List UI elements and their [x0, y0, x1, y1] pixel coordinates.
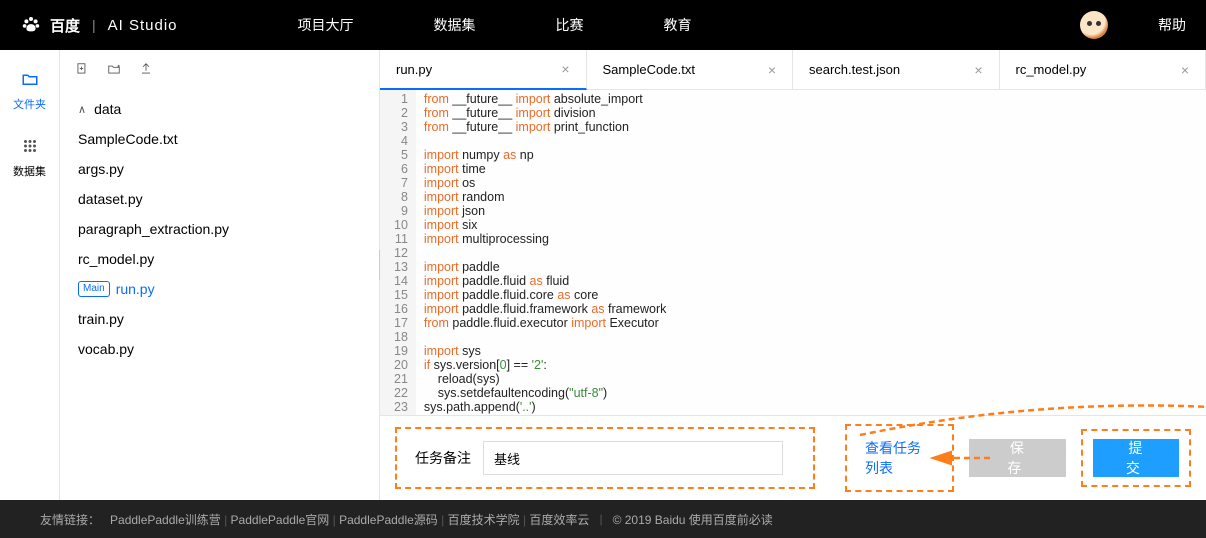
footer-copyright: © 2019 Baidu 使用百度前必读 — [613, 511, 773, 528]
footer-link[interactable]: PaddlePaddle官网 — [231, 513, 330, 527]
rail-dataset-label: 数据集 — [13, 163, 46, 179]
editor-tabs: run.py×SampleCode.txt×search.test.json×r… — [380, 50, 1206, 90]
nav-datasets[interactable]: 数据集 — [434, 15, 476, 35]
tree-item-label: run.py — [116, 281, 155, 297]
submit-box: 提交 — [1081, 429, 1191, 487]
save-button[interactable]: 保存 — [969, 439, 1066, 477]
line-gutter: 123456789101112131415161718192021222324 — [380, 90, 416, 415]
chevron-icon: ∧ — [78, 103, 86, 116]
view-tasks-box: 查看任务列表 — [845, 424, 954, 492]
left-rail: 文件夹 数据集 — [0, 50, 60, 500]
tree-item-label: SampleCode.txt — [78, 131, 178, 147]
tree-item-label: rc_model.py — [78, 251, 154, 267]
tree-item[interactable]: vocab.py — [60, 334, 379, 364]
tree-item[interactable]: paragraph_extraction.py — [60, 214, 379, 244]
code-area[interactable]: 123456789101112131415161718192021222324 … — [380, 90, 1206, 415]
file-panel: ∧ data SampleCode.txt args.py dataset.py pa… — [60, 50, 380, 500]
close-icon[interactable]: × — [1181, 62, 1189, 78]
tab-label: SampleCode.txt — [603, 62, 696, 77]
nav-education[interactable]: 教育 — [664, 15, 692, 35]
tree-item[interactable]: train.py — [60, 304, 379, 334]
tree-item[interactable]: Main run.py — [60, 274, 379, 304]
rail-dataset[interactable]: 数据集 — [0, 137, 59, 179]
remark-box: 任务备注 — [395, 427, 815, 489]
rail-files[interactable]: 文件夹 — [0, 70, 59, 112]
close-icon[interactable]: × — [768, 62, 776, 78]
file-tree: ∧ data SampleCode.txt args.py dataset.py pa… — [60, 88, 379, 500]
tree-item[interactable]: SampleCode.txt — [60, 124, 379, 154]
folder-name: data — [94, 101, 121, 117]
submit-button[interactable]: 提交 — [1093, 439, 1179, 477]
editor: ◀ run.py×SampleCode.txt×search.test.json… — [380, 50, 1206, 500]
avatar[interactable] — [1080, 11, 1108, 39]
nav-projects[interactable]: 项目大厅 — [298, 15, 354, 35]
editor-tab[interactable]: search.test.json × — [793, 50, 1000, 89]
editor-tab[interactable]: SampleCode.txt × — [587, 50, 794, 89]
top-nav: 项目大厅 数据集 比赛 教育 — [298, 15, 692, 35]
footer-link[interactable]: PaddlePaddle训练营 — [110, 513, 221, 527]
grid-icon — [21, 137, 39, 155]
file-toolbar — [60, 50, 379, 88]
footer-link[interactable]: PaddlePaddle源码 — [339, 513, 438, 527]
close-icon[interactable]: × — [561, 61, 569, 77]
brand-logo[interactable]: 百度 | AI Studio — [20, 14, 178, 36]
upload-icon[interactable] — [139, 62, 153, 76]
footer-leading: 友情链接： — [40, 511, 100, 528]
footer-link[interactable]: 百度技术学院 — [448, 513, 520, 527]
tree-item-label: train.py — [78, 311, 124, 327]
tree-item-label: paragraph_extraction.py — [78, 221, 229, 237]
tree-item[interactable]: dataset.py — [60, 184, 379, 214]
view-tasks-link[interactable]: 查看任务列表 — [865, 440, 921, 476]
studio-text: AI Studio — [108, 17, 178, 34]
nav-competitions[interactable]: 比赛 — [556, 15, 584, 35]
new-folder-icon[interactable] — [107, 62, 121, 76]
tree-item-label: vocab.py — [78, 341, 134, 357]
tree-item-label: args.py — [78, 161, 124, 177]
footer-link[interactable]: 百度效率云 — [529, 513, 589, 527]
close-icon[interactable]: × — [974, 62, 982, 78]
remark-label: 任务备注 — [415, 448, 471, 468]
new-file-icon[interactable] — [75, 62, 89, 76]
rail-files-label: 文件夹 — [13, 96, 46, 112]
tree-item[interactable]: rc_model.py — [60, 244, 379, 274]
tab-label: run.py — [396, 62, 432, 77]
main-badge: Main — [78, 281, 110, 297]
code-content[interactable]: from __future__ import absolute_importfr… — [416, 90, 674, 415]
tree-item-label: dataset.py — [78, 191, 143, 207]
folder-icon — [21, 70, 39, 88]
paw-icon — [20, 14, 42, 36]
help-link[interactable]: 帮助 — [1158, 15, 1186, 35]
main: 文件夹 数据集 ∧ data SampleCode.txt args.py data… — [0, 50, 1206, 500]
tab-label: search.test.json — [809, 62, 900, 77]
editor-tab[interactable]: run.py × — [380, 50, 587, 90]
brand-sep: | — [92, 17, 96, 33]
footer: 友情链接： PaddlePaddle训练营 | PaddlePaddle官网 |… — [0, 500, 1206, 538]
remark-input[interactable] — [483, 441, 783, 475]
brand-text: 百度 — [50, 15, 80, 36]
tab-label: rc_model.py — [1016, 62, 1087, 77]
top-header: 百度 | AI Studio 项目大厅 数据集 比赛 教育 帮助 — [0, 0, 1206, 50]
tree-folder-data[interactable]: ∧ data — [60, 94, 379, 124]
action-bar: 任务备注 查看任务列表 保存 提交 — [380, 415, 1206, 500]
editor-tab[interactable]: rc_model.py × — [1000, 50, 1206, 89]
tree-item[interactable]: args.py — [60, 154, 379, 184]
